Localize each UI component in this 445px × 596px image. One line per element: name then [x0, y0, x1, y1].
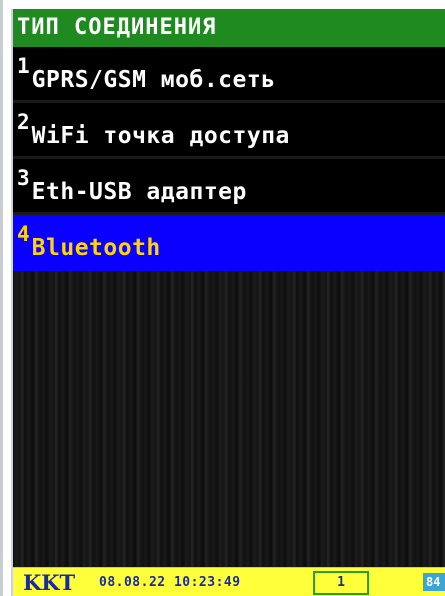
- menu-item-label: Eth-USB адаптер: [31, 179, 247, 205]
- menu-item-number: 2: [17, 110, 30, 134]
- menu-item-label: GPRS/GSM моб.сеть: [31, 67, 276, 93]
- device-screen: ТИП СОЕДИНЕНИЯ 1GPRS/GSM моб.сеть 2WiFi …: [11, 9, 445, 596]
- menu-item-label: Bluetooth: [31, 235, 161, 261]
- screen-title: ТИП СОЕДИНЕНИЯ: [13, 9, 445, 47]
- menu-item-wifi[interactable]: 2WiFi точка доступа: [13, 103, 445, 159]
- menu-item-eth-usb[interactable]: 3Eth-USB адаптер: [13, 159, 445, 215]
- counter-box: 1: [313, 571, 369, 595]
- menu-item-bluetooth[interactable]: 4Bluetooth: [13, 215, 445, 271]
- menu-item-number: 4: [17, 222, 30, 246]
- status-bar: KKT 08.08.22 10:23:49 1 84: [13, 567, 445, 596]
- menu-item-label: WiFi точка доступа: [31, 123, 290, 149]
- connection-type-menu: 1GPRS/GSM моб.сеть 2WiFi точка доступа 3…: [13, 47, 445, 271]
- datetime-display: 08.08.22 10:23:49: [99, 575, 241, 590]
- battery-indicator: 84: [423, 573, 445, 591]
- menu-item-gprs-gsm[interactable]: 1GPRS/GSM моб.сеть: [13, 47, 445, 103]
- device-label: KKT: [23, 570, 76, 595]
- menu-item-number: 1: [17, 54, 30, 78]
- menu-item-number: 3: [17, 166, 30, 190]
